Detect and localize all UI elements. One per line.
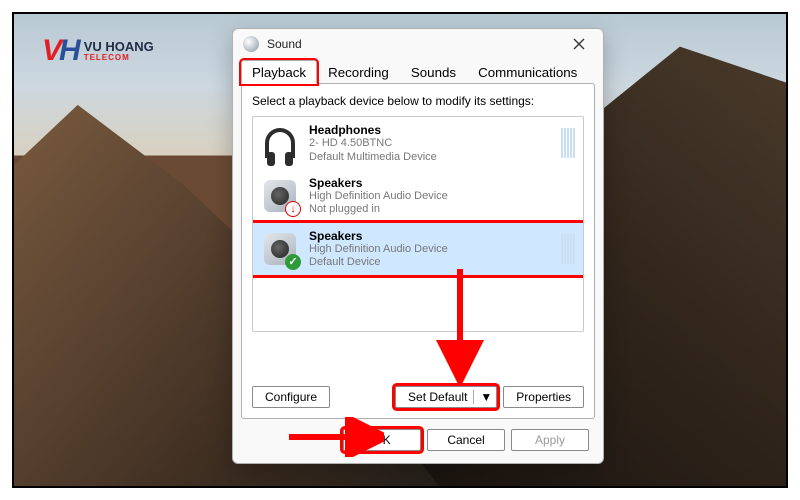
logo-subtext: TELECOM xyxy=(84,53,154,62)
dialog-footer: OK Cancel Apply xyxy=(233,419,603,463)
close-icon xyxy=(573,38,585,50)
device-name: Speakers xyxy=(309,176,575,190)
panel-button-row: Configure Set Default ▼ Properties xyxy=(252,374,584,408)
tab-sounds[interactable]: Sounds xyxy=(400,60,467,84)
device-name: Speakers xyxy=(309,229,561,243)
set-default-label: Set Default xyxy=(408,390,467,404)
dialog-title: Sound xyxy=(267,37,302,51)
playback-panel: Select a playback device below to modify… xyxy=(241,83,595,419)
device-sub2: Default Device xyxy=(309,256,561,269)
device-sub: High Definition Audio Device xyxy=(309,243,561,256)
default-check-icon: ✓ xyxy=(285,254,301,270)
device-item-headphones[interactable]: Headphones 2- HD 4.50BTNC Default Multim… xyxy=(253,117,583,170)
tab-communications[interactable]: Communications xyxy=(467,60,588,84)
device-sub: High Definition Audio Device xyxy=(309,190,575,203)
device-item-speakers-unplugged[interactable]: ↓ Speakers High Definition Audio Device … xyxy=(253,170,583,223)
headphones-icon xyxy=(261,124,299,162)
ok-button[interactable]: OK xyxy=(343,429,421,451)
speaker-icon: ↓ xyxy=(261,177,299,215)
close-button[interactable] xyxy=(565,34,593,54)
device-name: Headphones xyxy=(309,123,561,137)
set-default-button[interactable]: Set Default ▼ xyxy=(395,386,497,408)
level-meter xyxy=(561,128,575,158)
device-list[interactable]: Headphones 2- HD 4.50BTNC Default Multim… xyxy=(252,116,584,332)
level-meter xyxy=(561,234,575,264)
logo-mark: VH xyxy=(42,34,78,68)
speaker-icon: ✓ xyxy=(261,230,299,268)
instruction-text: Select a playback device below to modify… xyxy=(252,94,584,108)
logo-text: VU HOANG xyxy=(84,40,154,53)
chevron-down-icon[interactable]: ▼ xyxy=(473,390,492,404)
tab-playback[interactable]: Playback xyxy=(241,60,317,84)
configure-button[interactable]: Configure xyxy=(252,386,330,408)
unplugged-badge-icon: ↓ xyxy=(285,201,301,217)
vuhoang-logo: VH VU HOANG TELECOM xyxy=(42,34,154,68)
tab-recording[interactable]: Recording xyxy=(317,60,400,84)
apply-button[interactable]: Apply xyxy=(511,429,589,451)
sound-icon xyxy=(243,36,259,52)
device-sub2: Default Multimedia Device xyxy=(309,151,561,164)
device-item-speakers-default[interactable]: ✓ Speakers High Definition Audio Device … xyxy=(253,223,583,276)
device-sub2: Not plugged in xyxy=(309,203,575,216)
sound-dialog: Sound Playback Recording Sounds Communic… xyxy=(232,28,604,464)
tab-bar: Playback Recording Sounds Communications xyxy=(233,59,603,83)
titlebar[interactable]: Sound xyxy=(233,29,603,59)
cancel-button[interactable]: Cancel xyxy=(427,429,505,451)
screenshot-frame: VH VU HOANG TELECOM Sound Playback Recor… xyxy=(12,12,788,488)
device-sub: 2- HD 4.50BTNC xyxy=(309,137,561,150)
properties-button[interactable]: Properties xyxy=(503,386,584,408)
